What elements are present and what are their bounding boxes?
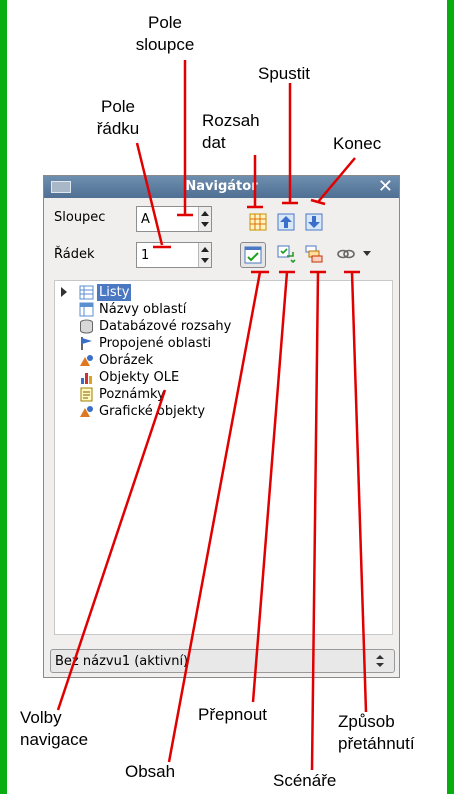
callout-lines (56, 60, 368, 771)
scenarios-line (310, 270, 326, 771)
row-field-line (135, 142, 171, 249)
toggle-line (251, 270, 295, 703)
navigation-options-line (56, 389, 167, 711)
drag-mode-line (344, 270, 368, 713)
end-line (310, 157, 356, 206)
start-line (282, 83, 298, 205)
column-field-line (177, 60, 193, 217)
data-range-line (247, 155, 263, 209)
